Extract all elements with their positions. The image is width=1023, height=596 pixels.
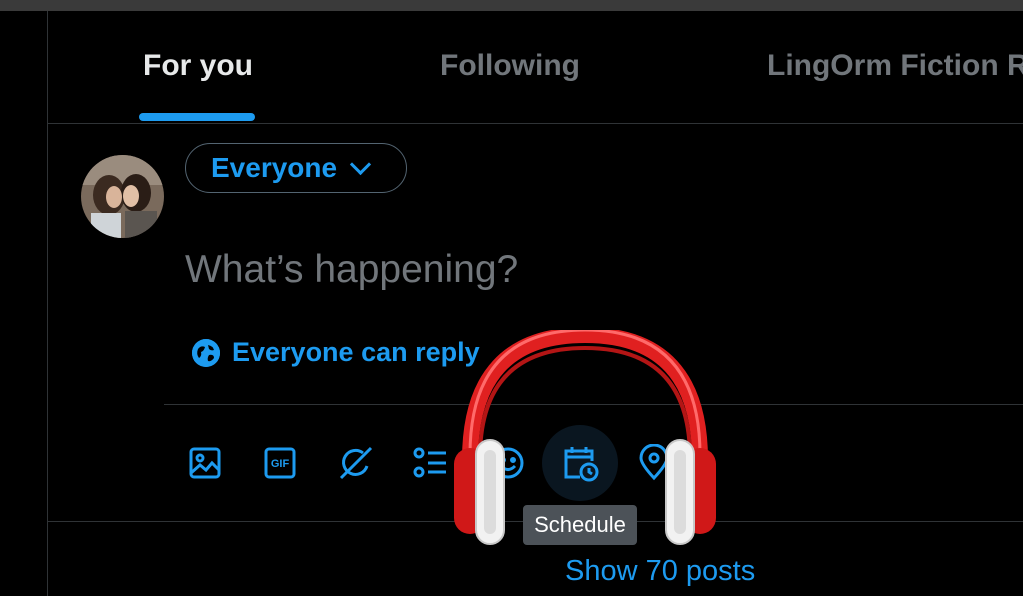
timeline-tabs: For you Following LingOrm Fiction R [48, 11, 1023, 124]
schedule-icon[interactable] [542, 425, 618, 501]
tab-following[interactable]: Following [440, 49, 580, 83]
grok-icon[interactable] [334, 441, 378, 485]
tab-lingorm-fiction[interactable]: LingOrm Fiction R [767, 49, 1023, 83]
active-tab-indicator [139, 113, 255, 121]
audience-label: Everyone [211, 152, 338, 183]
image-icon[interactable] [183, 441, 227, 485]
user-avatar[interactable] [81, 155, 164, 238]
reply-setting-button[interactable]: Everyone can reply [192, 337, 480, 368]
tab-for-you[interactable]: For you [143, 49, 253, 83]
location-icon[interactable] [632, 441, 676, 485]
window-top-bar [0, 0, 1023, 11]
compose-text-input[interactable]: What’s happening? [185, 248, 518, 292]
chevron-down-icon [349, 153, 372, 175]
gif-label: GIF [271, 458, 290, 470]
audience-selector-button[interactable]: Everyone [185, 143, 407, 193]
reply-setting-label: Everyone can reply [232, 337, 480, 367]
gif-icon[interactable]: GIF [258, 441, 302, 485]
show-new-posts-link[interactable]: Show 70 posts [565, 555, 755, 588]
globe-icon [192, 338, 220, 367]
schedule-tooltip: Schedule [523, 505, 637, 545]
poll-icon[interactable] [409, 441, 453, 485]
emoji-icon[interactable] [486, 441, 530, 485]
composer-divider [164, 404, 1023, 405]
